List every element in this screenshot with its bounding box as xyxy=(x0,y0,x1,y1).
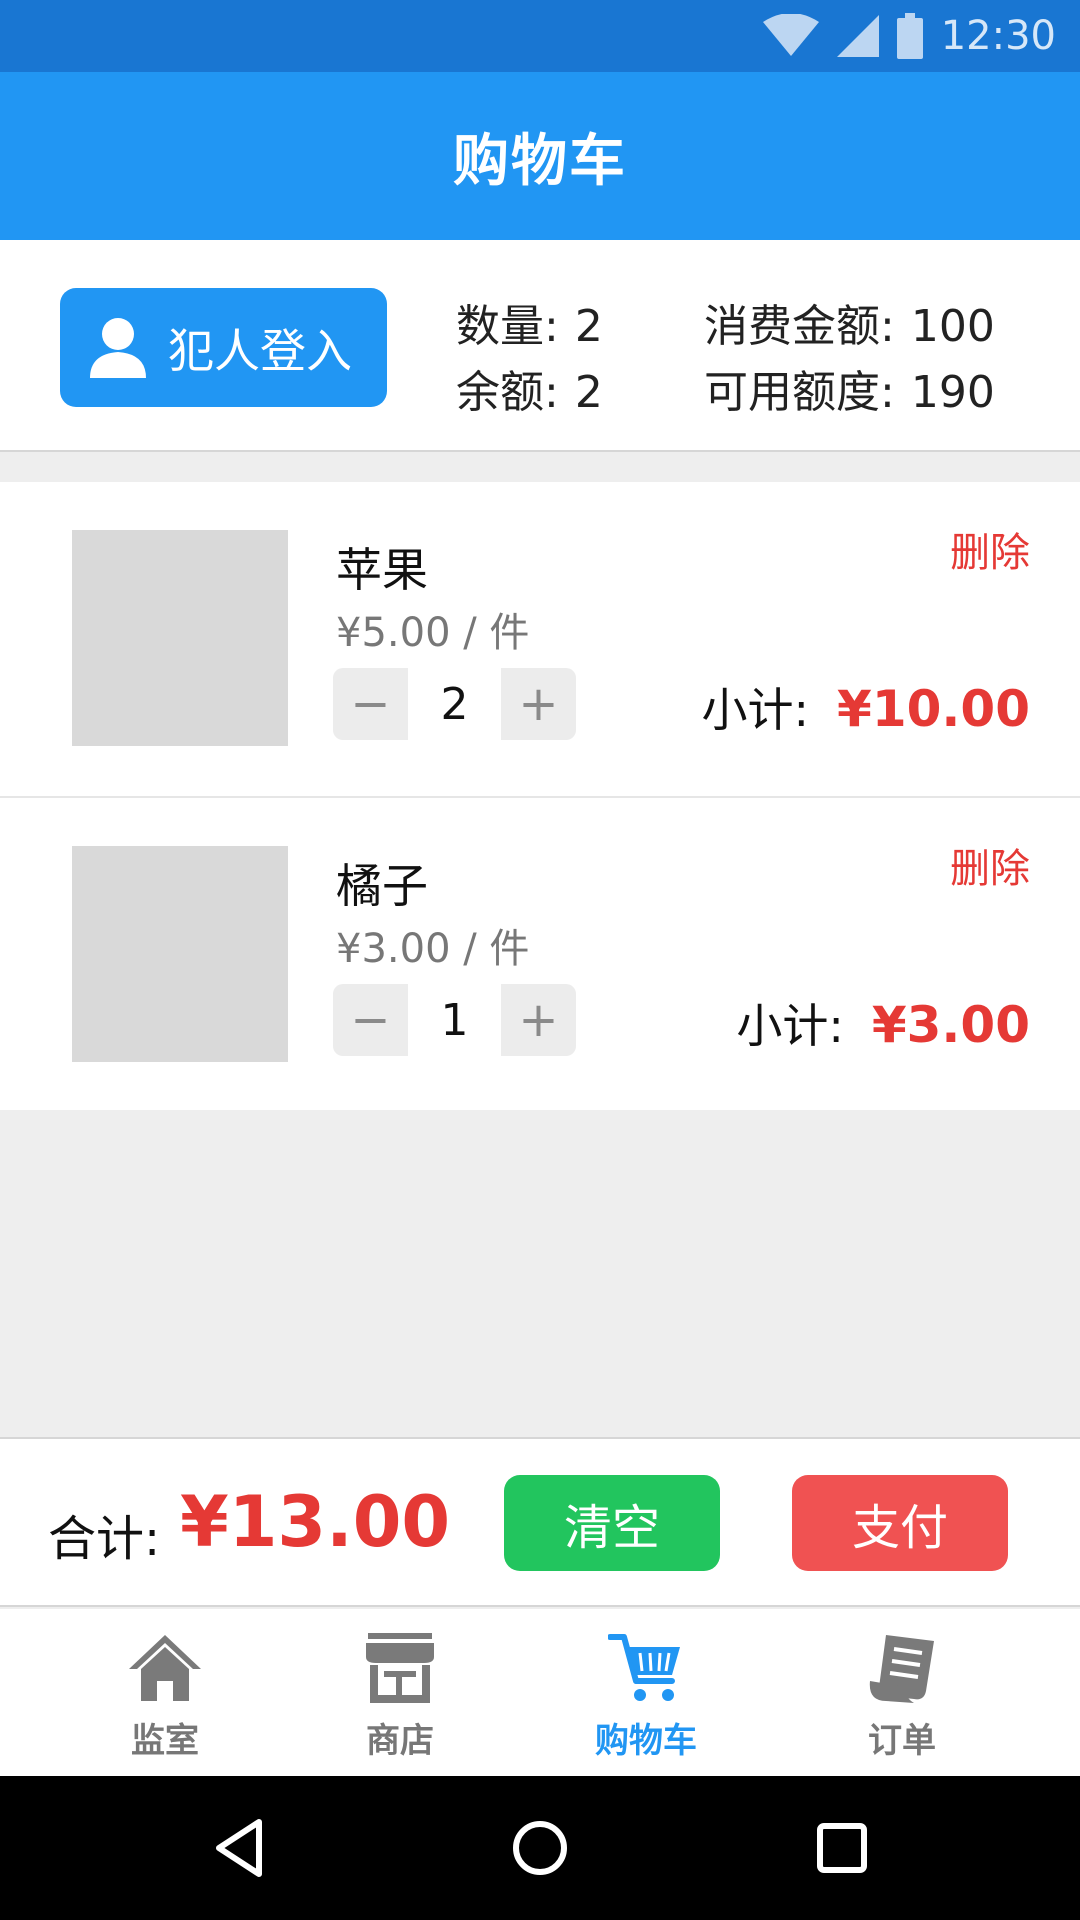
pay-button[interactable]: 支付 xyxy=(792,1475,1008,1571)
stat-label: 数量: xyxy=(456,301,559,352)
store-icon xyxy=(366,1633,434,1703)
bottom-nav: 监室 商店 购物车 订单 xyxy=(0,1609,1080,1776)
prisoner-login-button[interactable]: 犯人登入 xyxy=(60,288,387,407)
nav-item-orders[interactable]: 订单 xyxy=(802,1609,1002,1776)
product-unit-price: ¥3.00 / 件 xyxy=(336,926,530,972)
home-icon xyxy=(129,1635,201,1701)
product-name: 苹果 xyxy=(336,543,428,597)
stat-label: 可用额度: xyxy=(704,367,895,418)
increment-button[interactable]: + xyxy=(501,668,576,740)
battery-icon xyxy=(896,13,923,59)
stat-value: 190 xyxy=(910,367,995,418)
home-circle-icon[interactable] xyxy=(508,1816,572,1880)
subtotal-label: 小计: xyxy=(701,683,810,737)
receipt-icon xyxy=(869,1635,934,1703)
product-image xyxy=(72,530,288,746)
subtotal-amount: ¥3.00 xyxy=(871,996,1030,1054)
quantity-stepper: − 2 + xyxy=(333,668,576,740)
signal-icon xyxy=(836,15,879,57)
subtotal-amount: ¥10.00 xyxy=(837,680,1030,738)
stat-value: 2 xyxy=(574,301,603,352)
stat-value: 100 xyxy=(910,301,995,352)
subtotal-label: 小计: xyxy=(736,999,844,1053)
page-title: 购物车 xyxy=(453,128,627,194)
item-subtotal: 小计: ¥10.00 xyxy=(702,674,1030,740)
item-subtotal: 小计: ¥3.00 xyxy=(736,990,1030,1056)
nav-item-store[interactable]: 商店 xyxy=(300,1609,500,1776)
back-icon[interactable] xyxy=(207,1816,271,1880)
status-icons: 12:30 xyxy=(762,0,1056,72)
cart-icon xyxy=(608,1634,680,1701)
stat-balance: 余额: 2 xyxy=(456,356,603,420)
total-label: 合计: xyxy=(48,1511,161,1567)
stat-quantity: 数量: 2 xyxy=(456,290,603,354)
recents-icon[interactable] xyxy=(810,1816,874,1880)
product-unit-price: ¥5.00 / 件 xyxy=(336,610,530,656)
cart-item: 苹果 ¥5.00 / 件 删除 − 2 + 小计: ¥10.00 xyxy=(0,482,1080,796)
total-amount: ¥13.00 xyxy=(180,1481,451,1563)
account-info-panel: 犯人登入 数量: 2 消费金额: 100 余额: 2 可用额度: 190 xyxy=(0,240,1080,452)
checkout-bar: 合计: ¥13.00 清空 支付 xyxy=(0,1437,1080,1607)
product-image xyxy=(72,846,288,1062)
nav-label: 监室 xyxy=(131,1721,199,1761)
decrement-button[interactable]: − xyxy=(333,984,408,1056)
cart-list: 苹果 ¥5.00 / 件 删除 − 2 + 小计: ¥10.00 橘子 ¥3.0… xyxy=(0,482,1080,1110)
stat-label: 消费金额: xyxy=(704,301,895,352)
stat-value: 2 xyxy=(574,367,603,418)
delete-button[interactable]: 删除 xyxy=(950,520,1030,578)
quantity-value[interactable]: 1 xyxy=(408,984,501,1056)
nav-label: 商店 xyxy=(366,1721,434,1761)
quantity-stepper: − 1 + xyxy=(333,984,576,1056)
nav-label: 订单 xyxy=(868,1721,936,1761)
status-time: 12:30 xyxy=(940,13,1056,59)
status-bar: 12:30 xyxy=(0,0,1080,72)
quantity-value[interactable]: 2 xyxy=(408,668,501,740)
login-label: 犯人登入 xyxy=(168,323,352,378)
stat-spent: 消费金额: 100 xyxy=(704,290,995,354)
wifi-icon xyxy=(762,14,819,56)
delete-button[interactable]: 删除 xyxy=(950,836,1030,894)
decrement-button[interactable]: − xyxy=(333,668,408,740)
nav-item-cart[interactable]: 购物车 xyxy=(546,1609,746,1776)
increment-button[interactable]: + xyxy=(501,984,576,1056)
clear-cart-button[interactable]: 清空 xyxy=(504,1475,720,1571)
app-bar: 购物车 xyxy=(0,72,1080,240)
person-icon xyxy=(90,317,146,378)
nav-label: 购物车 xyxy=(595,1721,697,1761)
system-nav-bar xyxy=(0,1776,1080,1920)
stat-available-credit: 可用额度: 190 xyxy=(704,356,995,420)
cart-item: 橘子 ¥3.00 / 件 删除 − 1 + 小计: ¥3.00 xyxy=(0,796,1080,1110)
product-name: 橘子 xyxy=(336,859,428,913)
nav-item-cell[interactable]: 监室 xyxy=(65,1609,265,1776)
stat-label: 余额: xyxy=(456,367,559,418)
